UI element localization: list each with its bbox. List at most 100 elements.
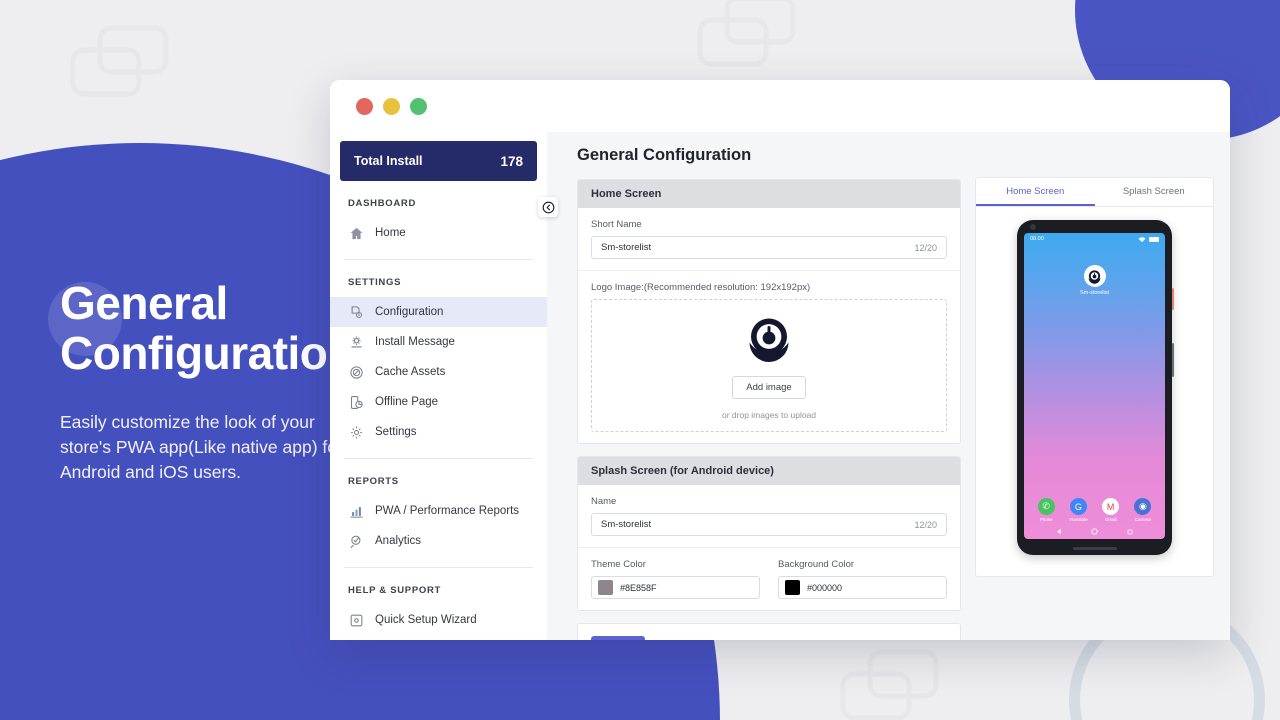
link-chain-icon	[68, 24, 172, 98]
tab-home-screen[interactable]: Home Screen	[976, 178, 1095, 206]
maximize-window-button[interactable]	[410, 97, 427, 115]
nav-heading-dashboard: DASHBOARD	[348, 198, 417, 209]
app-shortcut-label: Sm-storelist	[1079, 290, 1110, 296]
app-logo-icon	[1088, 269, 1101, 284]
app-window: Total Install 178 DASHBOARD Home SETTING…	[330, 80, 1230, 640]
sidebar-item-label: PWA / Performance Reports	[375, 505, 520, 517]
window-titlebar	[330, 80, 1230, 132]
status-time: 08.00	[1030, 236, 1044, 242]
bar-chart-icon	[348, 503, 364, 519]
battery-icon	[1149, 236, 1159, 242]
drop-hint-text: or drop images to upload	[721, 410, 817, 420]
dock-item-camera[interactable]: ◉ Camera	[1130, 498, 1156, 522]
color-section: Theme Color #8E858F Background Color #00…	[578, 548, 960, 610]
phone-screen: 08.00 Sm-storelist ✆ Phone G Translate M…	[1024, 233, 1165, 539]
sidebar-item-configuration[interactable]: Configuration	[330, 297, 547, 327]
volume-button[interactable]	[1171, 288, 1174, 310]
configuration-forms: General Configuration Home Screen Short …	[577, 146, 961, 640]
sidebar-collapse-button[interactable]	[538, 197, 558, 217]
speaker-grille	[1072, 547, 1117, 550]
link-chain-icon	[838, 648, 942, 720]
sidebar-item-home[interactable]: Home	[330, 218, 547, 248]
offline-page-icon	[348, 394, 364, 410]
background-color-field: Background Color #000000	[778, 559, 947, 599]
tab-splash-screen[interactable]: Splash Screen	[1095, 178, 1214, 206]
sidebar-item-label: Offline Page	[375, 396, 439, 408]
close-window-button[interactable]	[356, 97, 373, 115]
theme-color-value: #8E858F	[620, 582, 657, 593]
minimize-window-button[interactable]	[383, 97, 400, 115]
power-button[interactable]	[1171, 343, 1174, 377]
configuration-icon	[348, 304, 364, 320]
phone-statusbar: 08.00	[1024, 233, 1165, 245]
sidebar-item-label: Install Message	[375, 336, 455, 348]
nav-heading-reports: REPORTS	[348, 476, 399, 487]
recents-icon[interactable]	[1127, 529, 1133, 535]
dock-item-label: Camera	[1134, 517, 1151, 522]
dock-item-label: Gmail	[1104, 517, 1117, 522]
total-install-count: 178	[500, 153, 523, 169]
splash-name-value: Sm-storelist	[601, 519, 652, 530]
sidebar-item-label: Analytics	[375, 535, 422, 547]
dock-item-translate[interactable]: G Translate	[1065, 498, 1091, 522]
gear-icon	[348, 424, 364, 440]
dock-item-gmail[interactable]: M Gmail	[1098, 498, 1124, 522]
background-color-swatch[interactable]	[785, 580, 800, 595]
dock-item-phone[interactable]: ✆ Phone	[1033, 498, 1059, 522]
sidebar-item-label: Home	[375, 227, 406, 239]
logo-image-section: Logo Image:(Recommended resolution: 192x…	[578, 271, 960, 443]
splash-screen-card-header: Splash Screen (for Android device)	[578, 457, 960, 485]
sidebar-item-settings[interactable]: Settings	[330, 417, 547, 447]
sidebar-item-label: Configuration	[375, 306, 444, 318]
background-color-value: #000000	[807, 582, 843, 593]
home-circle-icon[interactable]	[1091, 528, 1099, 535]
back-icon[interactable]	[1056, 528, 1063, 535]
nav-heading-help-support: HELP & SUPPORT	[348, 585, 442, 596]
splash-name-counter: 12/20	[914, 519, 937, 530]
sidebar-item-quick-setup-wizard[interactable]: Quick Setup Wizard	[330, 605, 547, 635]
theme-color-swatch[interactable]	[598, 580, 613, 595]
sidebar-item-faqs[interactable]: FAQs	[330, 635, 547, 640]
hero-subtitle: Easily customize the look of your store'…	[60, 412, 343, 482]
arrow-circle-left-icon	[542, 201, 554, 213]
theme-color-input[interactable]: #8E858F	[591, 576, 760, 599]
save-card: Save	[577, 623, 961, 640]
background-color-input[interactable]: #000000	[778, 576, 947, 599]
sidebar-item-label: Cache Assets	[375, 366, 446, 378]
add-image-button[interactable]: Add image	[732, 376, 806, 399]
front-camera-icon	[1030, 224, 1036, 230]
phone-mockup: 08.00 Sm-storelist ✆ Phone G Translate M…	[1017, 220, 1174, 555]
logo-dropzone[interactable]: Add image or drop images to upload	[591, 299, 947, 432]
home-screen-card-header: Home Screen	[578, 180, 960, 208]
short-name-input[interactable]: Sm-storelist 12/20	[591, 236, 947, 259]
short-name-counter: 12/20	[914, 242, 937, 253]
sidebar-item-analytics[interactable]: Analytics	[330, 526, 547, 556]
short-name-label: Short Name	[591, 219, 642, 230]
hero-title-line2: Configuration	[60, 327, 356, 379]
home-screen-card: Home Screen Short Name Sm-storelist 12/2…	[577, 179, 961, 444]
logo-preview	[592, 314, 946, 362]
total-install-label: Total Install	[354, 154, 423, 168]
splash-name-input[interactable]: Sm-storelist 12/20	[591, 513, 947, 536]
cache-assets-icon	[348, 364, 364, 380]
nav-group-dashboard: DASHBOARD Home	[330, 181, 547, 248]
status-indicators	[1138, 236, 1159, 243]
save-button[interactable]: Save	[591, 636, 645, 640]
sidebar-item-cache-assets[interactable]: Cache Assets	[330, 357, 547, 387]
sidebar: Total Install 178 DASHBOARD Home SETTING…	[330, 132, 558, 640]
phone-app-area: Sm-storelist	[1024, 245, 1165, 498]
dock-item-label: Translate	[1069, 517, 1088, 522]
nav-group-reports: REPORTS PWA / Performance Reports Analyt…	[330, 459, 547, 556]
sidebar-item-pwa-performance-reports[interactable]: PWA / Performance Reports	[330, 496, 547, 526]
window-body: Total Install 178 DASHBOARD Home SETTING…	[330, 132, 1230, 640]
sidebar-item-offline-page[interactable]: Offline Page	[330, 387, 547, 417]
sidebar-item-install-message[interactable]: Install Message	[330, 327, 547, 357]
installed-app-shortcut[interactable]: Sm-storelist	[1024, 265, 1165, 296]
sidebar-item-label: Quick Setup Wizard	[375, 614, 477, 626]
short-name-value: Sm-storelist	[601, 242, 652, 253]
main-content: General Configuration Home Screen Short …	[547, 132, 1230, 640]
hero-title: General Configuration	[60, 278, 360, 378]
phone-icon: ✆	[1037, 498, 1055, 515]
app-icon	[1083, 265, 1106, 287]
translate-icon: G	[1069, 498, 1087, 515]
